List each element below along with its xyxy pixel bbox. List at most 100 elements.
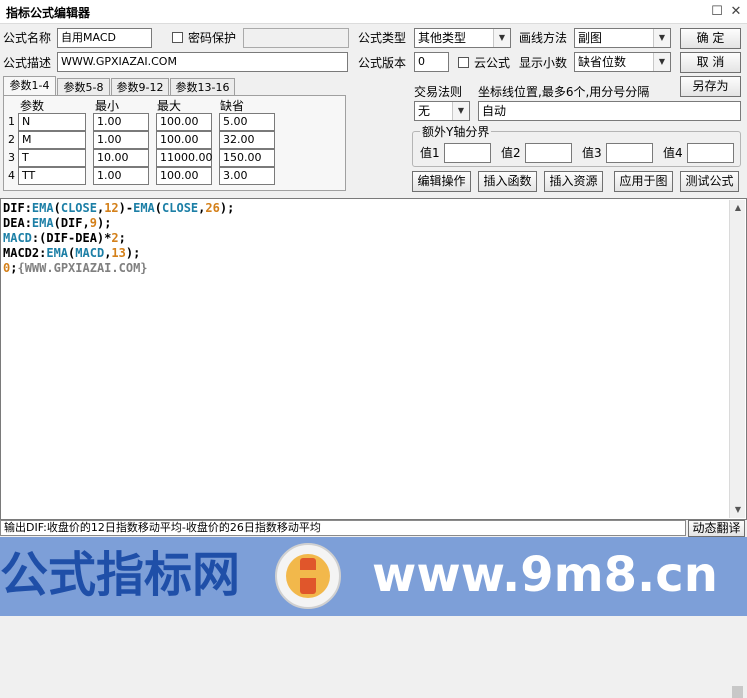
decimal-label: 显示小数 — [519, 56, 568, 70]
code-token: EMA — [31, 201, 54, 215]
decimal-value: 缺省位数 — [578, 55, 627, 69]
code-token: EMA — [31, 216, 54, 230]
tab-params-5-8[interactable]: 参数5-8 — [57, 78, 110, 96]
param-default-input[interactable]: 150.00 — [219, 149, 275, 167]
chevron-down-icon: ▼ — [653, 29, 670, 47]
formula-type-label: 公式类型 — [358, 31, 407, 45]
code-line: MACD2:EMA(MACD,13); — [3, 246, 140, 261]
trade-rule-select[interactable]: 无 ▼ — [414, 101, 470, 121]
code-line: 0;{WWW.GPXIAZAI.COM} — [3, 261, 148, 276]
code-token: ); — [125, 246, 141, 260]
trade-rule-value: 无 — [418, 104, 431, 118]
title-bar — [0, 0, 747, 24]
code-token: CLOSE — [162, 201, 199, 215]
cloud-formula-checkbox[interactable] — [458, 57, 469, 68]
coord-line-input[interactable]: 自动 — [478, 101, 741, 121]
code-token: EMA — [46, 246, 69, 260]
chevron-down-icon: ▼ — [452, 102, 469, 120]
param-header-default: 缺省 — [220, 99, 245, 113]
trade-rule-label: 交易法则 — [414, 85, 463, 99]
extra-y-axis-label: 额外Y轴分界 — [420, 124, 492, 140]
cancel-button[interactable]: 取 消 — [680, 52, 741, 73]
param-row-number: 2 — [8, 133, 15, 146]
tab-params-1-4[interactable]: 参数1-4 — [3, 76, 56, 96]
ok-button[interactable]: 确 定 — [680, 28, 741, 49]
tab-params-13-16[interactable]: 参数13-16 — [170, 78, 235, 96]
save-as-button[interactable]: 另存为 — [680, 76, 741, 97]
param-max-input[interactable]: 100.00 — [156, 113, 212, 131]
formula-type-select[interactable]: 其他类型 ▼ — [414, 28, 511, 48]
y-value-2-input[interactable] — [525, 143, 572, 163]
code-token: )- — [118, 201, 134, 215]
password-checkbox[interactable] — [172, 32, 183, 43]
formula-version-label: 公式版本 — [358, 56, 407, 70]
code-token: CLOSE — [60, 201, 97, 215]
y-value-4-input[interactable] — [687, 143, 734, 163]
y-value-4-label: 值4 — [663, 146, 683, 160]
code-token: 2 — [111, 231, 119, 245]
code-token: MACD2 — [3, 246, 40, 260]
scroll-up-icon[interactable]: ▲ — [730, 200, 746, 216]
vertical-scrollbar[interactable]: ▲ ▼ — [729, 200, 746, 698]
code-token: ; — [118, 231, 126, 245]
draw-method-select[interactable]: 副图 ▼ — [574, 28, 671, 48]
chevron-down-icon: ▼ — [493, 29, 510, 47]
param-default-input[interactable]: 5.00 — [219, 113, 275, 131]
test-formula-button[interactable]: 测试公式 — [680, 171, 739, 192]
status-bar: 输出DIF:收盘价的12日指数移动平均-收盘价的26日指数移动平均 — [0, 520, 686, 536]
code-token: EMA — [133, 201, 155, 215]
code-token: DIF — [3, 201, 25, 215]
scroll-down-icon[interactable]: ▼ — [730, 502, 746, 518]
insert-function-button[interactable]: 插入函数 — [478, 171, 537, 192]
code-token: : — [24, 216, 32, 230]
code-token: 13 — [111, 246, 126, 260]
param-default-input[interactable]: 3.00 — [219, 167, 275, 185]
restore-icon[interactable]: ☐ — [710, 5, 724, 19]
formula-type-value: 其他类型 — [418, 31, 467, 45]
code-line: MACD:(DIF-DEA)*2; — [3, 231, 126, 246]
decimal-select[interactable]: 缺省位数 ▼ — [574, 52, 671, 72]
code-token: : — [24, 201, 32, 215]
chevron-down-icon: ▼ — [653, 53, 670, 71]
cloud-formula-label: 云公式 — [474, 56, 511, 70]
code-token: 9 — [89, 216, 97, 230]
insert-resource-button[interactable]: 插入资源 — [544, 171, 603, 192]
code-token: {WWW.GPXIAZAI.COM} — [17, 261, 148, 275]
param-header-max: 最大 — [157, 99, 182, 113]
param-min-input[interactable]: 10.00 — [93, 149, 149, 167]
formula-desc-input[interactable]: WWW.GPXIAZAI.COM — [57, 52, 348, 72]
dynamic-translate-button[interactable]: 动态翻译 — [688, 520, 745, 537]
param-header-min: 最小 — [95, 99, 120, 113]
param-min-input[interactable]: 1.00 — [93, 131, 149, 149]
param-max-input[interactable]: 100.00 — [156, 167, 212, 185]
password-input[interactable] — [243, 28, 349, 48]
param-default-input[interactable]: 32.00 — [219, 131, 275, 149]
y-value-3-label: 值3 — [582, 146, 602, 160]
param-max-input[interactable]: 100.00 — [156, 131, 212, 149]
y-value-1-input[interactable] — [444, 143, 491, 163]
formula-version-input[interactable]: 0 — [414, 52, 449, 72]
watermark-site-name: 公式指标网 — [0, 547, 241, 603]
edit-ops-button[interactable]: 编辑操作 — [412, 171, 471, 192]
param-name-input[interactable]: T — [18, 149, 86, 167]
param-name-input[interactable]: M — [18, 131, 86, 149]
param-header-name: 参数 — [20, 99, 45, 113]
code-token: ( — [154, 201, 163, 215]
code-token: 26 — [205, 201, 220, 215]
coord-line-label: 坐标线位置,最多6个,用分号分隔 — [478, 85, 650, 99]
param-row-number: 4 — [8, 169, 15, 182]
param-min-input[interactable]: 1.00 — [93, 167, 149, 185]
watermark-logo-icon — [270, 540, 346, 612]
param-min-input[interactable]: 1.00 — [93, 113, 149, 131]
close-icon[interactable]: ✕ — [729, 5, 743, 19]
param-name-input[interactable]: N — [18, 113, 86, 131]
param-name-input[interactable]: TT — [18, 167, 86, 185]
tab-params-9-12[interactable]: 参数9-12 — [111, 78, 169, 96]
scroll-thumb[interactable] — [732, 686, 743, 698]
draw-method-label: 画线方法 — [519, 31, 568, 45]
param-max-input[interactable]: 11000.00 — [156, 149, 213, 167]
formula-name-input[interactable]: 自用MACD — [57, 28, 152, 48]
y-value-3-input[interactable] — [606, 143, 653, 163]
code-token: DEA — [3, 216, 25, 230]
apply-to-chart-button[interactable]: 应用于图 — [614, 171, 673, 192]
